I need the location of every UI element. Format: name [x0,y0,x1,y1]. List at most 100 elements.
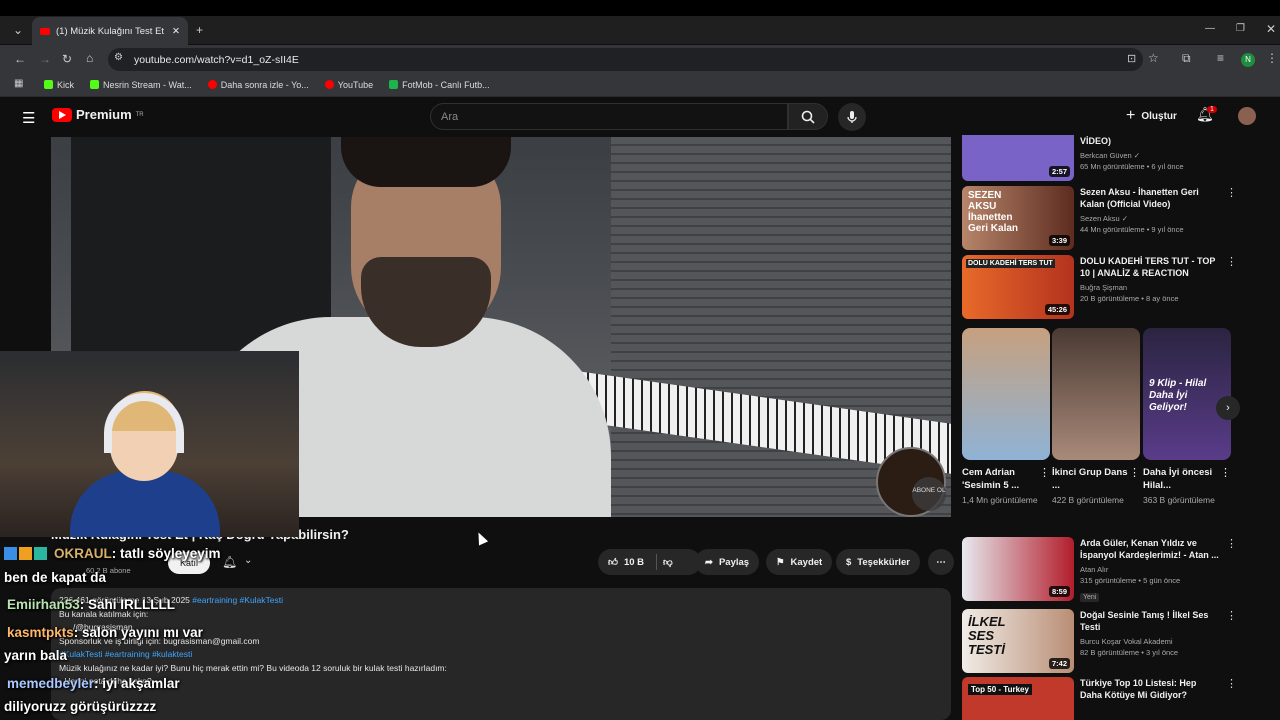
fotmob-icon [389,80,399,89]
hashtags-top[interactable]: #eartraining #KulakTesti [192,595,283,605]
save-button[interactable]: ⚑ Kaydet [766,549,833,575]
home-icon[interactable]: ⌂ [86,51,93,65]
voice-search-button[interactable] [838,103,866,131]
chat-message: ben de kapat da [4,570,107,585]
recommendation-item[interactable]: 2:57 VİDEO) Berkcan Güven ✓ 65 Mn görüntü… [962,135,1262,183]
tab-search-icon[interactable]: ⌄ [13,23,23,37]
short-title[interactable]: İkinci Grup Dans ... [1052,466,1129,492]
subscribed-bell-icon[interactable]: 🔔︎ [222,555,237,569]
search-button[interactable] [788,103,828,130]
thumb-caption: DOLU KADEHİ TERS TUT [966,259,1055,268]
desc-line: Bu kanala katılmak için: [59,608,149,619]
shorts-next-arrow-icon[interactable]: › [1216,396,1240,420]
short-title[interactable]: Cem Adrian 'Sesimin 5 ... [962,466,1039,492]
youtube-logo[interactable]: Premium TR [52,107,144,122]
subscribe-watermark[interactable]: ABONE OL [912,477,946,511]
maximize-icon[interactable]: ❐ [1236,23,1245,34]
search-input[interactable]: Ara [430,103,788,130]
browser-menu-icon[interactable]: ⋮ [1266,51,1278,65]
account-avatar[interactable] [1238,107,1256,125]
desc-hashtags[interactable]: #KulakTesti #eartraining #kulaktesti [59,648,943,662]
recommendation-item[interactable]: 8:59 Arda Güler, Kenan Yıldız ve İspanyo… [962,537,1262,602]
rec-channel[interactable]: Sezen Aksu ✓ [1080,214,1128,223]
more-options-icon[interactable]: ⋮ [1226,537,1237,601]
thanks-button[interactable]: $ Teşekkürler [836,549,920,575]
short-item[interactable]: Cem Adrian 'Sesimin 5 ... 1,4 Mn görüntü… [962,328,1050,506]
rec-title[interactable]: Sezen Aksu - İhanetten Geri Kalan (Offic… [1080,186,1220,210]
reload-icon[interactable]: ↻ [62,52,72,66]
rec-channel[interactable]: Burcu Koşar Vokal Akademi [1080,637,1173,646]
install-app-icon[interactable]: ⊡ [1127,52,1136,65]
bookmark-youtube[interactable]: YouTube [324,80,373,90]
video-thumbnail[interactable]: İLKEL SES TESTİ 7:42 [962,609,1074,673]
short-item[interactable]: İkinci Grup Dans ... 422 B görüntüleme ⋮ [1052,328,1140,506]
more-options-icon[interactable]: ⋮ [1220,466,1231,506]
rec-channel[interactable]: Buğra Şişman [1080,283,1127,292]
bookmark-fotmob[interactable]: FotMob - Canlı Futb... [389,80,490,90]
recommendation-item[interactable]: SEZEN AKSU İhanetten Geri Kalan 3:39 Sez… [962,186,1262,250]
like-button[interactable]: 👍︎ 10 B 👎︎ [598,549,701,575]
profile-icon[interactable]: N [1241,53,1255,67]
description-box[interactable]: 226.461 görüntüleme 13 Şub 2025 #eartrai… [51,588,951,720]
more-actions-icon[interactable]: ⋯ [928,549,954,575]
rec-title[interactable]: DOLU KADEHİ TERS TUT - TOP 10 | ANALİZ &… [1080,255,1220,279]
minimize-icon[interactable]: — [1205,23,1215,34]
thumb-caption: Top 50 - Turkey [968,684,1032,695]
hamburger-menu-icon[interactable]: ☰ [22,109,35,127]
bookmark-watch-later[interactable]: Daha sonra izle - Yo... [207,80,309,90]
bookmark-star-icon[interactable]: ☆ [1148,51,1159,65]
bookmarks-bar: ▦ Kick Nesrin Stream - Wat... Daha sonra… [0,73,1280,97]
rec-title[interactable]: Türkiye Top 10 Listesi: Hep Daha Kötüye … [1080,677,1220,701]
rec-title[interactable]: Arda Güler, Kenan Yıldız ve İspanyol Kar… [1080,537,1220,561]
badge-icon [4,547,17,560]
rec-title[interactable]: Doğal Sesinle Tanış ! İlkel Ses Testi [1080,609,1220,633]
back-icon[interactable]: ← [14,52,26,66]
forward-icon[interactable]: → [39,52,51,66]
site-info-icon[interactable]: ⚙ [114,52,123,63]
youtube-icon [324,80,334,89]
more-options-icon[interactable]: ⋮ [1226,186,1237,250]
bookmark-kick[interactable]: Kick [44,80,74,90]
more-options-icon[interactable]: ⋮ [1226,677,1237,720]
close-tab-icon[interactable]: ✕ [172,26,180,37]
kick-icon [90,80,100,89]
create-button[interactable]: + Oluştur [1126,107,1177,125]
rec-channel[interactable]: Berkcan Güven ✓ [1080,151,1140,160]
short-thumbnail[interactable] [962,328,1050,460]
more-options-icon[interactable]: ⋮ [1226,609,1237,673]
chat-message: diliyoruzz görüşürüzzzz [4,699,157,714]
more-options-icon[interactable]: ⋮ [1226,255,1237,319]
rec-title[interactable]: VİDEO) [1080,135,1220,147]
youtube-favicon-icon [40,27,50,35]
share-button[interactable]: ➦ Paylaş [695,549,760,575]
video-thumbnail[interactable]: Top 50 - Turkey [962,677,1074,720]
short-title[interactable]: Daha İyi öncesi Hilal... [1143,466,1220,492]
browser-tab[interactable]: (1) Müzik Kulağını Test Et | Kaç ✕ [32,17,188,45]
short-item[interactable]: 9 Klip - Hilal Daha İyi Geliyor! Daha İy… [1143,328,1231,506]
more-options-icon[interactable]: ⋮ [1129,466,1140,506]
close-window-icon[interactable]: ✕ [1266,22,1276,36]
apps-grid-icon[interactable]: ▦ [14,78,23,89]
short-views: 422 B görüntüleme [1052,495,1124,505]
short-thumbnail[interactable]: 9 Klip - Hilal Daha İyi Geliyor! [1143,328,1231,460]
recommendation-item[interactable]: Top 50 - Turkey Türkiye Top 10 Listesi: … [962,677,1262,720]
notification-count-badge: 1 [1207,106,1217,113]
video-thumbnail[interactable]: 8:59 [962,537,1074,601]
more-options-icon[interactable]: ⋮ [1039,466,1050,506]
video-thumbnail[interactable]: 2:57 [962,135,1074,181]
chevron-down-icon[interactable]: ⌄ [244,555,252,566]
rec-channel[interactable]: Atan Alır [1080,565,1108,574]
thumbs-up-icon: 👍︎ [608,557,618,568]
short-thumbnail[interactable] [1052,328,1140,460]
recommendation-item[interactable]: İLKEL SES TESTİ 7:42 Doğal Sesinle Tanış… [962,609,1262,673]
new-tab-icon[interactable]: + [196,23,203,37]
video-thumbnail[interactable]: DOLU KADEHİ TERS TUT 45:26 [962,255,1074,319]
bookmark-nesrin[interactable]: Nesrin Stream - Wat... [90,80,192,90]
url-field[interactable]: youtube.com/watch?v=d1_oZ-sII4E [108,48,1143,71]
short-views: 1,4 Mn görüntüleme [962,495,1038,505]
extensions-icon[interactable]: ⧉ [1182,51,1191,66]
recommendation-item[interactable]: DOLU KADEHİ TERS TUT 45:26 DOLU KADEHİ T… [962,255,1262,319]
video-thumbnail[interactable]: SEZEN AKSU İhanetten Geri Kalan 3:39 [962,186,1074,250]
media-icon[interactable]: ≡ [1217,51,1224,65]
thumbs-down-icon[interactable]: 👎︎ [663,556,673,568]
